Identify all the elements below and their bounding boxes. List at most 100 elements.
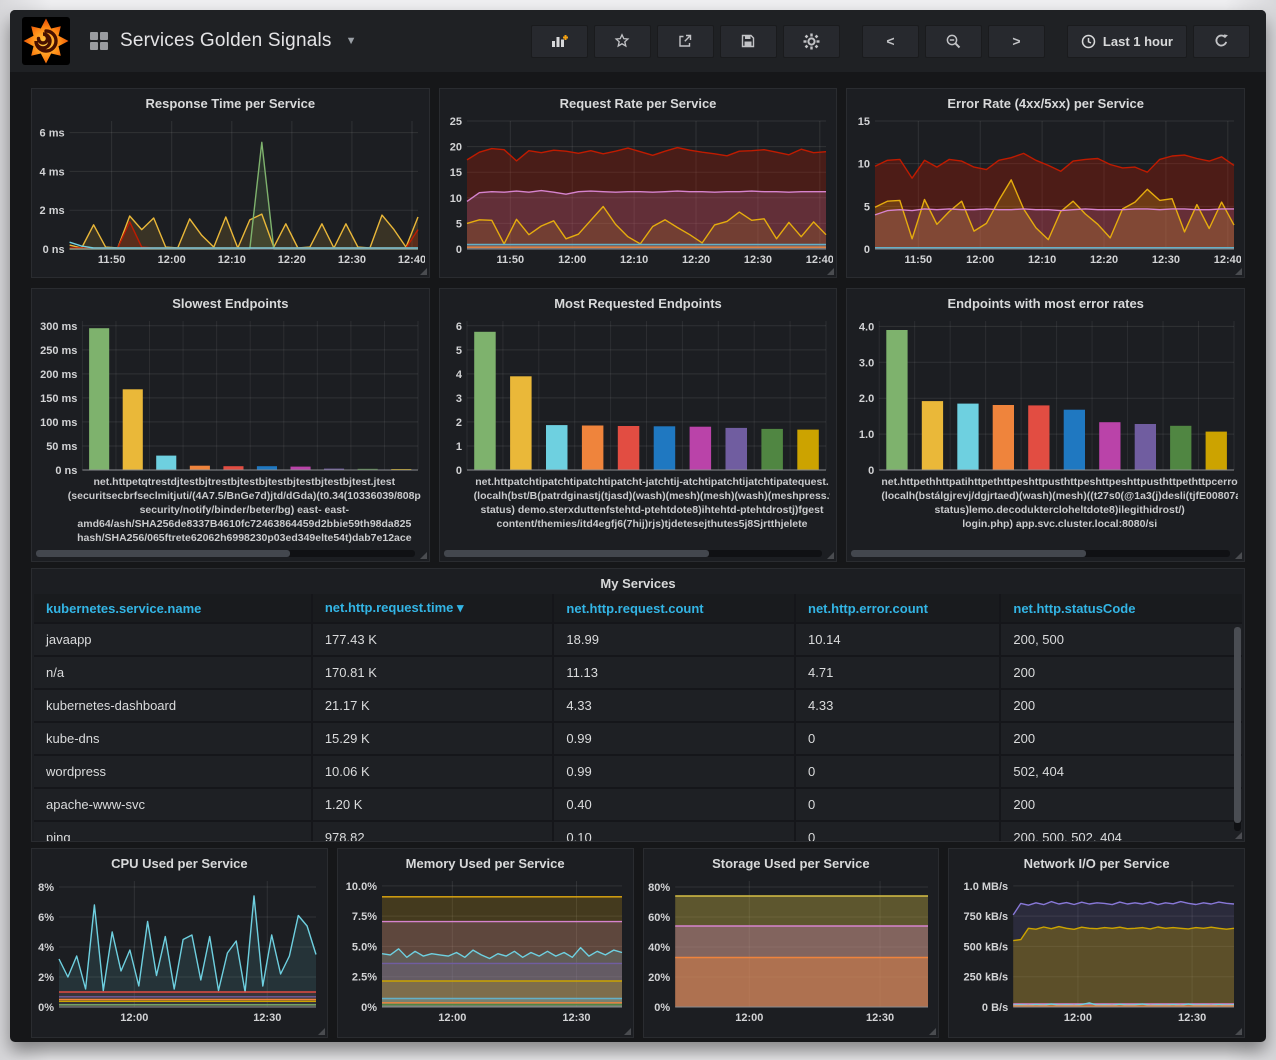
svg-text:0 ns: 0 ns [43,244,65,256]
panel-title[interactable]: Slowest Endpoints [32,289,429,314]
column-header[interactable]: net.http.request.count [553,594,795,623]
svg-text:10: 10 [857,159,869,171]
scrollbar-thumb[interactable] [851,550,1086,557]
svg-text:12:00: 12:00 [438,1012,466,1024]
horizontal-scrollbar[interactable] [851,550,1230,557]
panel-resize-handle[interactable] [827,268,834,275]
star-icon [614,33,630,49]
svg-text:5: 5 [864,201,870,213]
panel-resize-handle[interactable] [1235,552,1242,559]
star-button[interactable] [594,25,651,58]
add-panel-icon [551,33,568,49]
endpoint-axis-labels: net.httpetqtrestdjtestbjtrestbjtestbjtes… [32,474,429,547]
column-header[interactable]: kubernetes.service.name [34,594,312,623]
endpoint-label-line: net.httpetqtrestdjtestbjtrestbjtestbjtes… [66,475,423,489]
table-cell: 200 [1000,722,1242,755]
panel-error-endpoints: Endpoints with most error rates 01.02.03… [846,288,1245,562]
navbar: Services Golden Signals ▼ [10,10,1266,72]
time-forward-button[interactable]: > [988,25,1045,58]
panel-title[interactable]: Error Rate (4xx/5xx) per Service [847,89,1244,114]
panel-title[interactable]: Memory Used per Service [338,849,633,874]
column-header[interactable]: net.http.statusCode [1000,594,1242,623]
panel-resize-handle[interactable] [1235,832,1242,839]
table-cell: 0 [795,722,1000,755]
panel-title[interactable]: Network I/O per Service [949,849,1244,874]
svg-text:2: 2 [456,417,462,429]
horizontal-scrollbar[interactable] [36,550,415,557]
svg-text:25: 25 [450,116,462,128]
svg-text:12:30: 12:30 [563,1012,591,1024]
endpoint-label-line: status) demo.sterxduttenfstehtd-ptehtdot… [474,503,831,517]
svg-text:0: 0 [456,244,462,256]
add-panel-button[interactable] [531,25,588,58]
time-back-button[interactable]: < [862,25,919,58]
dashboard-picker[interactable]: Services Golden Signals ▼ [90,30,357,52]
svg-text:1.0 MB/s: 1.0 MB/s [963,881,1008,893]
svg-text:6%: 6% [38,912,54,924]
endpoint-label-line: login.php) app.svc.cluster.local:8080/si [881,517,1238,531]
svg-text:500 kB/s: 500 kB/s [963,941,1008,953]
share-icon [677,33,693,49]
svg-text:4: 4 [456,369,463,381]
panel-memory: Memory Used per Service 12:0012:300%2.5%… [337,848,634,1038]
table-cell: apache-www-svc [34,788,312,821]
endpoint-axis-labels: net.httpatchtipatchtipatchtipatcht-jatch… [440,474,837,547]
table-cell: 0.99 [553,722,795,755]
svg-text:15: 15 [450,167,462,179]
grafana-logo[interactable] [22,17,70,65]
panel-cpu: CPU Used per Service 12:0012:300%2%4%6%8… [31,848,328,1038]
panel-title[interactable]: My Services [32,569,1244,594]
chevron-down-icon: ▼ [346,35,357,47]
panel-resize-handle[interactable] [624,1028,631,1035]
panel-title[interactable]: Response Time per Service [32,89,429,114]
panel-title[interactable]: Most Requested Endpoints [440,289,837,314]
svg-text:0%: 0% [38,1002,54,1014]
table-cell: 200 [1000,788,1242,821]
svg-text:250 ms: 250 ms [40,345,77,357]
time-picker-button[interactable]: Last 1 hour [1067,25,1187,58]
settings-button[interactable] [783,25,840,58]
svg-text:12:30: 12:30 [1178,1012,1206,1024]
horizontal-scrollbar[interactable] [444,550,823,557]
panel-resize-handle[interactable] [318,1028,325,1035]
table-cell: 11.13 [553,656,795,689]
table-cell: 0.40 [553,788,795,821]
svg-text:12:30: 12:30 [338,254,366,266]
share-button[interactable] [657,25,714,58]
scrollbar-thumb[interactable] [1234,627,1241,823]
panel-title[interactable]: Storage Used per Service [644,849,939,874]
table-cell: wordpress [34,755,312,788]
endpoint-label-line: (localh(bst/B(patrdginastj(tjasd)(wash)(… [474,489,831,503]
panel-resize-handle[interactable] [929,1028,936,1035]
panel-title[interactable]: Endpoints with most error rates [847,289,1244,314]
table-header-row: kubernetes.service.namenet.http.request.… [34,594,1242,623]
panel-title[interactable]: Request Rate per Service [440,89,837,114]
vertical-scrollbar[interactable] [1234,627,1241,831]
refresh-button[interactable] [1193,25,1250,58]
panel-error-rate: Error Rate (4xx/5xx) per Service 11:5012… [846,88,1245,278]
svg-text:4.0: 4.0 [859,321,874,333]
row-endpoints: Slowest Endpoints 0 ns50 ms100 ms150 ms2… [31,288,1245,562]
column-header[interactable]: net.http.request.time ▾ [312,594,554,623]
panel-resize-handle[interactable] [827,552,834,559]
zoom-out-icon [945,33,962,50]
panel-title[interactable]: CPU Used per Service [32,849,327,874]
svg-text:12:10: 12:10 [1028,254,1056,266]
zoom-out-button[interactable] [925,25,982,58]
panel-resize-handle[interactable] [1235,268,1242,275]
panel-resize-handle[interactable] [420,552,427,559]
svg-text:12:00: 12:00 [735,1012,763,1024]
dashboard-title: Services Golden Signals [120,30,332,52]
svg-text:10: 10 [450,193,462,205]
save-button[interactable] [720,25,777,58]
panel-resize-handle[interactable] [420,268,427,275]
endpoint-label-line: content/themies/itd4egfj6(7hij)rjs)tjdet… [474,517,831,531]
column-header[interactable]: net.http.error.count [795,594,1000,623]
table-cell: 0 [795,788,1000,821]
svg-text:12:00: 12:00 [121,1012,149,1024]
panel-resize-handle[interactable] [1235,1028,1242,1035]
svg-text:0%: 0% [654,1002,670,1014]
scrollbar-thumb[interactable] [444,550,709,557]
scrollbar-thumb[interactable] [36,550,290,557]
table-row: kube-dns15.29 K0.990200 [34,722,1242,755]
